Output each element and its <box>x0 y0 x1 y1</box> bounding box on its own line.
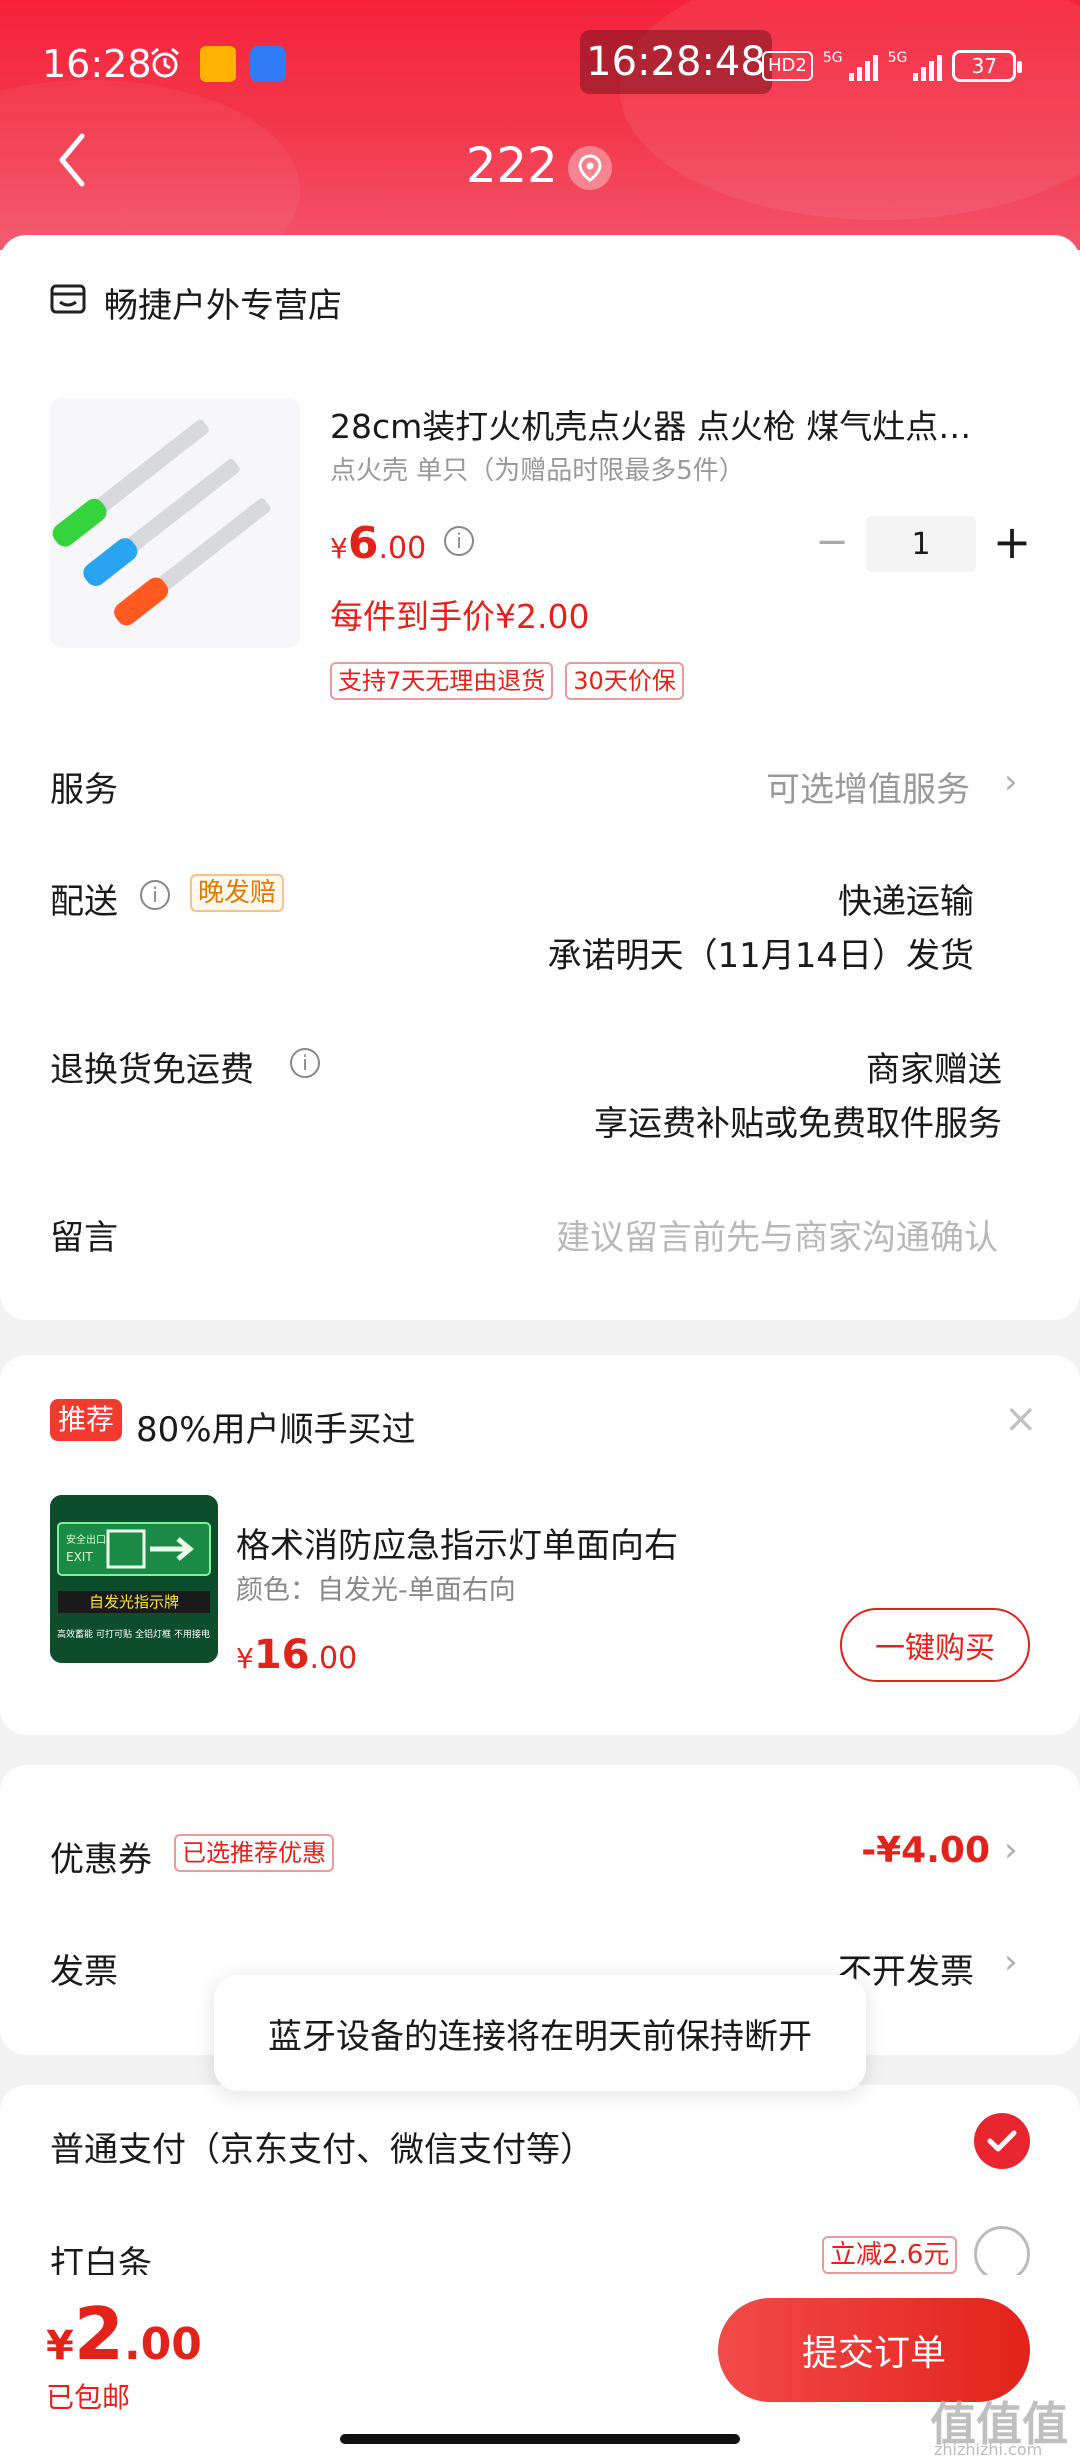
info-icon[interactable]: i <box>290 1048 320 1078</box>
signal-icon <box>848 51 878 81</box>
rec-img-feature: 全铝灯框 <box>135 1628 171 1640</box>
chevron-right-icon[interactable]: › <box>1004 1942 1018 1982</box>
network-label: 5G <box>822 50 843 66</box>
battery-icon: 37 <box>952 50 1023 82</box>
status-time: 16:28 <box>42 42 152 86</box>
return-shipping-label: 退换货免运费 <box>50 1050 254 1090</box>
app-notification-icon <box>200 46 236 82</box>
price-decimal: .00 <box>378 531 427 566</box>
recommend-product-spec: 颜色：自发光-单面右向 <box>236 1575 516 1606</box>
return-shipping-desc: 享运费补贴或免费取件服务 <box>594 1104 1002 1144</box>
delivery-label: 配送 <box>50 882 118 922</box>
rec-img-feature: 高效蓄能 <box>57 1628 93 1640</box>
alarm-icon <box>151 47 179 78</box>
info-icon[interactable]: i <box>444 526 474 556</box>
network-label: 5G <box>887 50 908 66</box>
battery-level: 37 <box>971 54 998 78</box>
store-icon <box>50 284 86 314</box>
one-click-buy-button[interactable]: 一键购买 <box>840 1608 1030 1682</box>
close-icon[interactable]: × <box>1004 1396 1038 1442</box>
app-notification-icon <box>250 46 286 82</box>
service-value[interactable]: 可选增值服务 <box>766 762 970 811</box>
home-indicator[interactable] <box>340 2434 740 2444</box>
chevron-right-icon[interactable]: › <box>1004 1830 1018 1870</box>
chevron-right-icon[interactable]: › <box>1004 762 1018 802</box>
baitiao-discount-tag: 立减2.6元 <box>822 2236 958 2274</box>
free-shipping-label: 已包邮 <box>46 2381 131 2414</box>
header: 16:28 16:28:48 HD2 5G 5G 37 222 <box>0 0 1080 250</box>
status-clock-overlay: 16:28:48 <box>580 30 772 94</box>
checkmark-icon[interactable] <box>974 2113 1030 2169</box>
product-tags: 支持7天无理由退货 30天价保 <box>330 662 684 700</box>
late-compensation-tag: 晚发赔 <box>190 874 285 912</box>
status-indicators: HD2 5G 5G 37 <box>762 46 1023 86</box>
page-title[interactable]: 222 <box>466 138 558 194</box>
recommend-title: 80%用户顺手买过 <box>136 1410 416 1450</box>
delivery-promise[interactable]: 承诺明天（11月14日）发货 <box>547 928 974 977</box>
system-toast: 蓝牙设备的连接将在明天前保持断开 <box>214 1975 866 2091</box>
price-integer: 16 <box>253 1632 310 1678</box>
rec-img-exit-text: EXIT <box>66 1550 93 1564</box>
return-policy-tag: 支持7天无理由退货 <box>330 662 554 700</box>
price-decimal: .00 <box>309 1641 358 1676</box>
rec-img-banner: 自发光指示牌 <box>89 1593 179 1611</box>
message-input[interactable]: 建议留言前先与商家沟通确认 <box>556 1210 998 1259</box>
rec-img-feature: 可打可贴 <box>96 1628 132 1640</box>
product-spec[interactable]: 点火壳 单只（为赠品时限最多5件） <box>330 450 745 487</box>
rec-img-feature: 不用接电 <box>174 1628 210 1640</box>
back-arrow-icon[interactable] <box>52 130 96 190</box>
store-name[interactable]: 畅捷户外专营店 <box>104 278 342 327</box>
quantity-increase-button[interactable]: + <box>990 512 1034 572</box>
coupon-value[interactable]: -¥4.00 <box>861 1830 990 1871</box>
location-icon[interactable] <box>568 146 612 190</box>
recommend-product-name[interactable]: 格术消防应急指示灯单面向右 <box>236 1518 678 1567</box>
per-item-price: 每件到手价¥2.00 <box>330 597 590 636</box>
header-decoration <box>0 80 300 250</box>
recommend-badge: 推荐 <box>50 1399 123 1441</box>
message-label: 留言 <box>50 1218 118 1258</box>
price-protect-tag: 30天价保 <box>565 662 684 700</box>
recommend-price: ¥ 16 .00 <box>236 1632 357 1678</box>
service-label: 服务 <box>50 770 118 810</box>
price-symbol: ¥ <box>46 2323 74 2369</box>
delivery-method[interactable]: 快递运输 <box>838 874 974 923</box>
rec-img-top-text: 安全出口 <box>66 1533 106 1546</box>
coupon-label: 优惠券 <box>50 1840 152 1880</box>
price-integer: 2 <box>73 2292 124 2376</box>
product-price: ¥ 6 .00 <box>330 518 426 569</box>
product-title[interactable]: 28cm装打火机壳点火器 点火枪 煤气灶点… <box>330 400 1030 448</box>
product-image[interactable] <box>50 398 300 648</box>
info-icon[interactable]: i <box>140 880 170 910</box>
return-shipping-value: 商家赠送 <box>866 1050 1002 1090</box>
price-symbol: ¥ <box>236 1642 254 1675</box>
quantity-decrease-button[interactable]: − <box>812 520 852 564</box>
normal-payment-label[interactable]: 普通支付（京东支付、微信支付等） <box>50 2122 594 2171</box>
quantity-input[interactable]: 1 <box>866 516 976 572</box>
submit-order-button[interactable]: 提交订单 <box>718 2298 1030 2402</box>
price-integer: 6 <box>347 518 379 569</box>
hd-badge: HD2 <box>762 51 813 81</box>
price-decimal: .00 <box>123 2319 202 2370</box>
price-symbol: ¥ <box>330 532 348 565</box>
watermark-url: zhizhizhi.com <box>934 2440 1043 2459</box>
baitiao-radio[interactable] <box>974 2226 1030 2282</box>
total-price: ¥ 2 .00 <box>46 2292 202 2376</box>
invoice-label: 发票 <box>50 1952 118 1992</box>
coupon-tag: 已选推荐优惠 <box>174 1834 334 1872</box>
signal-icon <box>913 51 943 81</box>
recommend-product-image[interactable]: 安全出口 EXIT 自发光指示牌 高效蓄能 可打可贴 全铝灯框 不用接电 <box>50 1495 218 1663</box>
